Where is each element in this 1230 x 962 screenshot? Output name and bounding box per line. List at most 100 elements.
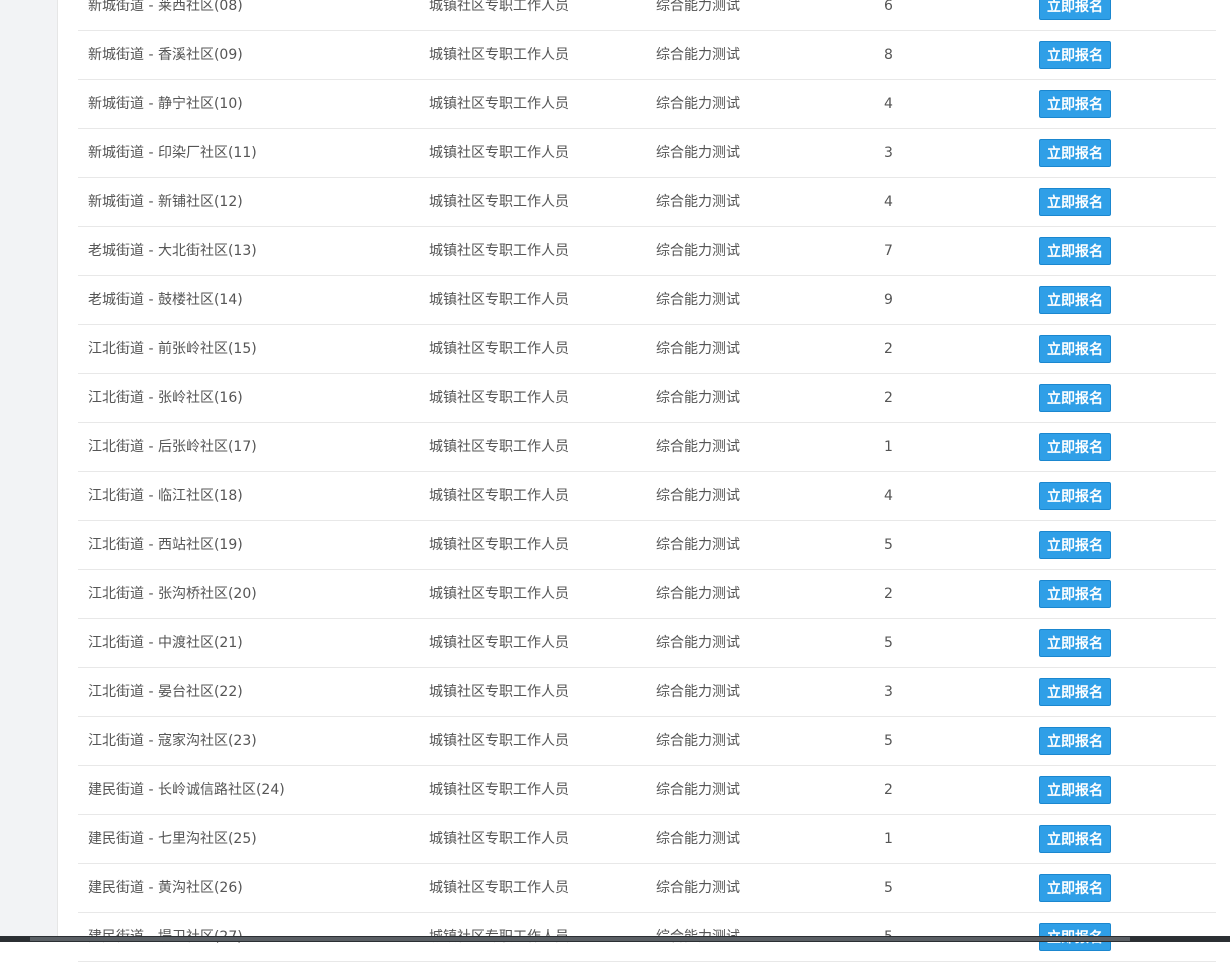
table-row: 新城街道 - 静宁社区(10) 城镇社区专职工作人员 综合能力测试 4 立即报名 (78, 80, 1216, 129)
action-cell: 立即报名 (1039, 227, 1111, 275)
table-row: 建民街道 - 七里沟社区(25) 城镇社区专职工作人员 综合能力测试 1 立即报… (78, 815, 1216, 864)
register-button[interactable]: 立即报名 (1039, 825, 1111, 853)
community-name: 江北街道 - 张岭社区(16) (88, 390, 243, 406)
hire-count: 3 (884, 145, 893, 161)
scrollbar-thumb[interactable] (30, 937, 1130, 941)
table-row: 新城街道 - 香溪社区(09) 城镇社区专职工作人员 综合能力测试 8 立即报名 (78, 31, 1216, 80)
hire-count: 5 (884, 635, 893, 651)
hire-count: 9 (884, 292, 893, 308)
register-button[interactable]: 立即报名 (1039, 776, 1111, 804)
exam-type: 综合能力测试 (656, 586, 740, 602)
post-name: 城镇社区专职工作人员 (429, 733, 569, 749)
hire-count: 2 (884, 586, 893, 602)
register-button[interactable]: 立即报名 (1039, 384, 1111, 412)
community-name: 新城街道 - 新铺社区(12) (88, 194, 243, 210)
table-row: 江北街道 - 临江社区(18) 城镇社区专职工作人员 综合能力测试 4 立即报名 (78, 472, 1216, 521)
register-button[interactable]: 立即报名 (1039, 188, 1111, 216)
register-button[interactable]: 立即报名 (1039, 482, 1111, 510)
register-button[interactable]: 立即报名 (1039, 531, 1111, 559)
exam-type: 综合能力测试 (656, 488, 740, 504)
action-cell: 立即报名 (1039, 570, 1111, 618)
community-name: 江北街道 - 晏台社区(22) (88, 684, 243, 700)
post-name: 城镇社区专职工作人员 (429, 96, 569, 112)
community-name: 江北街道 - 临江社区(18) (88, 488, 243, 504)
exam-type: 综合能力测试 (656, 684, 740, 700)
hire-count: 4 (884, 96, 893, 112)
post-name: 城镇社区专职工作人员 (429, 292, 569, 308)
community-name: 江北街道 - 寇家沟社区(23) (88, 733, 257, 749)
exam-type: 综合能力测试 (656, 439, 740, 455)
table-row: 江北街道 - 寇家沟社区(23) 城镇社区专职工作人员 综合能力测试 5 立即报… (78, 717, 1216, 766)
community-name: 江北街道 - 西站社区(19) (88, 537, 243, 553)
post-name: 城镇社区专职工作人员 (429, 586, 569, 602)
table-row: 新城街道 - 莱西社区(08) 城镇社区专职工作人员 综合能力测试 6 立即报名 (78, 0, 1216, 31)
exam-type: 综合能力测试 (656, 292, 740, 308)
register-button[interactable]: 立即报名 (1039, 139, 1111, 167)
register-button[interactable]: 立即报名 (1039, 286, 1111, 314)
exam-type: 综合能力测试 (656, 96, 740, 112)
action-cell: 立即报名 (1039, 178, 1111, 226)
community-name: 老城街道 - 大北街社区(13) (88, 243, 257, 259)
post-name: 城镇社区专职工作人员 (429, 341, 569, 357)
action-cell: 立即报名 (1039, 472, 1111, 520)
community-name: 江北街道 - 前张岭社区(15) (88, 341, 257, 357)
exam-type: 综合能力测试 (656, 194, 740, 210)
post-name: 城镇社区专职工作人员 (429, 635, 569, 651)
horizontal-scrollbar[interactable] (0, 936, 1230, 942)
action-cell: 立即报名 (1039, 668, 1111, 716)
table-row: 老城街道 - 鼓楼社区(14) 城镇社区专职工作人员 综合能力测试 9 立即报名 (78, 276, 1216, 325)
hire-count: 3 (884, 684, 893, 700)
community-name: 老城街道 - 鼓楼社区(14) (88, 292, 243, 308)
register-button[interactable]: 立即报名 (1039, 580, 1111, 608)
table-row: 新城街道 - 新铺社区(12) 城镇社区专职工作人员 综合能力测试 4 立即报名 (78, 178, 1216, 227)
post-name: 城镇社区专职工作人员 (429, 439, 569, 455)
hire-count: 2 (884, 782, 893, 798)
action-cell: 立即报名 (1039, 374, 1111, 422)
register-button[interactable]: 立即报名 (1039, 335, 1111, 363)
community-name: 新城街道 - 印染厂社区(11) (88, 145, 257, 161)
table-row: 江北街道 - 前张岭社区(15) 城镇社区专职工作人员 综合能力测试 2 立即报… (78, 325, 1216, 374)
post-name: 城镇社区专职工作人员 (429, 684, 569, 700)
community-name: 新城街道 - 莱西社区(08) (88, 0, 243, 14)
register-button[interactable]: 立即报名 (1039, 41, 1111, 69)
action-cell: 立即报名 (1039, 619, 1111, 667)
action-cell: 立即报名 (1039, 864, 1111, 912)
community-name: 建民街道 - 黄沟社区(26) (88, 880, 243, 896)
table-row: 江北街道 - 张岭社区(16) 城镇社区专职工作人员 综合能力测试 2 立即报名 (78, 374, 1216, 423)
exam-type: 综合能力测试 (656, 733, 740, 749)
register-button[interactable]: 立即报名 (1039, 629, 1111, 657)
action-cell: 立即报名 (1039, 717, 1111, 765)
hire-count: 6 (884, 0, 893, 14)
post-name: 城镇社区专职工作人员 (429, 488, 569, 504)
post-name: 城镇社区专职工作人员 (429, 0, 569, 14)
action-cell: 立即报名 (1039, 0, 1111, 30)
exam-type: 综合能力测试 (656, 782, 740, 798)
hire-count: 5 (884, 537, 893, 553)
register-button[interactable]: 立即报名 (1039, 678, 1111, 706)
hire-count: 1 (884, 439, 893, 455)
register-button[interactable]: 立即报名 (1039, 90, 1111, 118)
post-name: 城镇社区专职工作人员 (429, 194, 569, 210)
table-row: 老城街道 - 大北街社区(13) 城镇社区专职工作人员 综合能力测试 7 立即报… (78, 227, 1216, 276)
table-row: 江北街道 - 张沟桥社区(20) 城镇社区专职工作人员 综合能力测试 2 立即报… (78, 570, 1216, 619)
post-name: 城镇社区专职工作人员 (429, 390, 569, 406)
exam-type: 综合能力测试 (656, 537, 740, 553)
hire-count: 4 (884, 488, 893, 504)
hire-count: 2 (884, 390, 893, 406)
recruitment-table: 新城街道 - 莱西社区(08) 城镇社区专职工作人员 综合能力测试 6 立即报名… (78, 0, 1216, 962)
exam-type: 综合能力测试 (656, 243, 740, 259)
register-button[interactable]: 立即报名 (1039, 433, 1111, 461)
register-button[interactable]: 立即报名 (1039, 727, 1111, 755)
community-name: 建民街道 - 七里沟社区(25) (88, 831, 257, 847)
action-cell: 立即报名 (1039, 325, 1111, 373)
community-name: 江北街道 - 中渡社区(21) (88, 635, 243, 651)
exam-type: 综合能力测试 (656, 635, 740, 651)
table-row: 建民街道 - 长岭诚信路社区(24) 城镇社区专职工作人员 综合能力测试 2 立… (78, 766, 1216, 815)
table-row: 江北街道 - 后张岭社区(17) 城镇社区专职工作人员 综合能力测试 1 立即报… (78, 423, 1216, 472)
post-name: 城镇社区专职工作人员 (429, 145, 569, 161)
register-button[interactable]: 立即报名 (1039, 874, 1111, 902)
register-button[interactable]: 立即报名 (1039, 0, 1111, 20)
register-button[interactable]: 立即报名 (1039, 237, 1111, 265)
community-name: 江北街道 - 后张岭社区(17) (88, 439, 257, 455)
action-cell: 立即报名 (1039, 815, 1111, 863)
